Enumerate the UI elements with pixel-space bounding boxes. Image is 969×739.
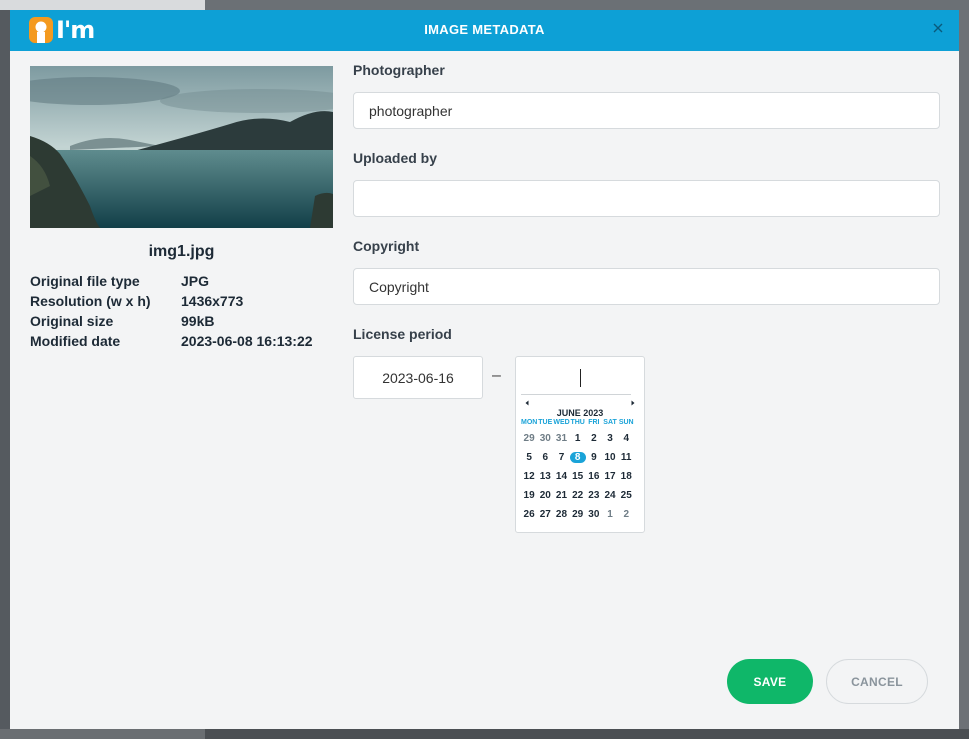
image-thumbnail: [30, 66, 333, 228]
calendar-day[interactable]: 9: [586, 450, 602, 466]
copyright-input[interactable]: [353, 268, 940, 305]
dialog-title: IMAGE METADATA: [424, 22, 545, 37]
calendar-day[interactable]: 6: [537, 450, 553, 466]
weekday-label: SUN: [618, 419, 634, 426]
calendar-day[interactable]: 12: [521, 469, 537, 485]
license-end-datepicker: JUNE 2023 MON TUE WED THU FRI SAT SUN 29…: [515, 356, 645, 533]
text-cursor: [580, 369, 581, 387]
backdrop-top-left: [0, 0, 205, 10]
calendar-day[interactable]: 2: [618, 507, 634, 523]
detail-row: Original file type JPG: [30, 273, 333, 293]
calendar-day[interactable]: 3: [602, 431, 618, 447]
license-start-date-input[interactable]: [353, 356, 483, 399]
weekday-label: FRI: [588, 419, 600, 426]
photographer-input[interactable]: [353, 92, 940, 129]
license-end-date-input[interactable]: [521, 361, 631, 395]
uploaded-by-label: Uploaded by: [353, 150, 438, 166]
datepicker-weekdays: MON TUE WED THU FRI SAT SUN: [521, 419, 641, 426]
selected-day-label: 8: [569, 452, 586, 463]
detail-label: Resolution (w x h): [30, 293, 151, 309]
image-metadata-dialog: I'm IMAGE METADATA img1.jpg Original fil…: [10, 10, 959, 729]
calendar-day-selected[interactable]: 8: [569, 450, 586, 466]
chevron-right-icon[interactable]: [629, 399, 637, 407]
calendar-day[interactable]: 31: [553, 431, 569, 447]
calendar-day[interactable]: 1: [602, 507, 618, 523]
calendar-day[interactable]: 1: [570, 431, 586, 447]
chevron-left-icon[interactable]: [523, 399, 531, 407]
detail-row: Resolution (w x h) 1436x773: [30, 293, 333, 313]
calendar-day[interactable]: 27: [537, 507, 553, 523]
uploaded-by-input[interactable]: [353, 180, 940, 217]
calendar-day[interactable]: 24: [602, 488, 618, 504]
backdrop-right: [959, 10, 969, 739]
detail-value: JPG: [181, 273, 210, 289]
detail-value: 1436x773: [181, 293, 244, 309]
weekday-label: THU: [570, 419, 585, 426]
datepicker-week: 19 20 21 22 23 24 25: [521, 488, 641, 504]
calendar-day[interactable]: 18: [618, 469, 634, 485]
calendar-day[interactable]: 11: [618, 450, 634, 466]
calendar-day[interactable]: 19: [521, 488, 537, 504]
calendar-day[interactable]: 13: [537, 469, 553, 485]
calendar-day[interactable]: 2: [586, 431, 602, 447]
calendar-day[interactable]: 5: [521, 450, 537, 466]
calendar-day[interactable]: 10: [602, 450, 618, 466]
calendar-day[interactable]: 28: [553, 507, 569, 523]
calendar-day[interactable]: 30: [586, 507, 602, 523]
calendar-day[interactable]: 25: [618, 488, 634, 504]
datepicker-week: 5 6 7 8 9 10 11: [521, 450, 641, 466]
calendar-day[interactable]: 14: [553, 469, 569, 485]
photographer-label: Photographer: [353, 62, 445, 78]
calendar-day[interactable]: 17: [602, 469, 618, 485]
calendar-day[interactable]: 16: [586, 469, 602, 485]
file-name: img1.jpg: [148, 243, 215, 260]
calendar-day[interactable]: 30: [537, 431, 553, 447]
calendar-day[interactable]: 29: [521, 431, 537, 447]
backdrop-bottom: [0, 729, 969, 739]
calendar-day[interactable]: 26: [521, 507, 537, 523]
detail-row: Original size 99kB: [30, 313, 333, 333]
detail-label: Modified date: [30, 333, 121, 349]
calendar-day[interactable]: 7: [553, 450, 569, 466]
close-icon[interactable]: [931, 21, 945, 35]
cancel-button[interactable]: CANCEL: [826, 659, 928, 704]
detail-value: 2023-06-08 16:13:22: [181, 333, 313, 349]
dialog-header: I'm IMAGE METADATA: [10, 10, 959, 51]
weekday-label: MON: [521, 419, 538, 426]
weekday-label: WED: [553, 419, 570, 426]
detail-row: Modified date 2023-06-08 16:13:22: [30, 333, 333, 353]
datepicker-week: 12 13 14 15 16 17 18: [521, 469, 641, 485]
weekday-label: SAT: [603, 419, 617, 426]
calendar-day[interactable]: 21: [553, 488, 569, 504]
datepicker-week: 29 30 31 1 2 3 4: [521, 431, 641, 447]
detail-value: 99kB: [181, 313, 215, 329]
calendar-day[interactable]: 15: [570, 469, 586, 485]
copyright-label: Copyright: [353, 238, 420, 254]
detail-label: Original size: [30, 313, 114, 329]
datepicker-week: 26 27 28 29 30 1 2: [521, 507, 641, 523]
calendar-day[interactable]: 20: [537, 488, 553, 504]
detail-label: Original file type: [30, 273, 140, 289]
license-period-label: License period: [353, 326, 452, 342]
save-button[interactable]: SAVE: [727, 659, 813, 704]
calendar-day[interactable]: 23: [586, 488, 602, 504]
calendar-day[interactable]: 29: [570, 507, 586, 523]
calendar-day[interactable]: 4: [618, 431, 634, 447]
datepicker-month-label: JUNE 2023: [556, 408, 604, 418]
date-range-separator: –: [492, 367, 501, 384]
calendar-day[interactable]: 22: [570, 488, 586, 504]
weekday-label: TUE: [538, 419, 553, 426]
